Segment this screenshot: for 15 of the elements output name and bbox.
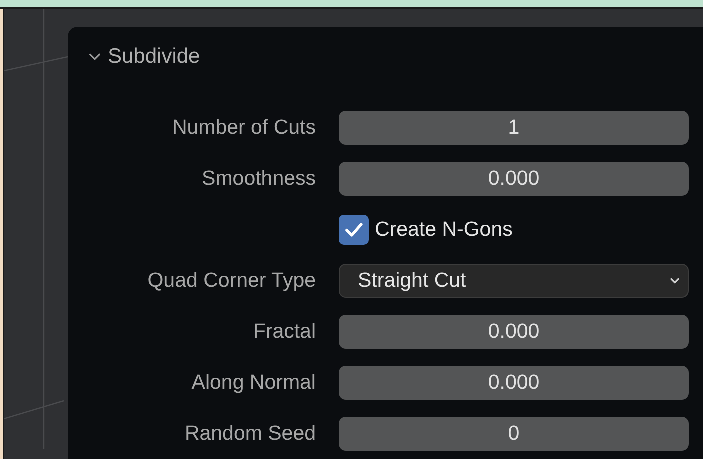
property-label: Along Normal [192, 370, 316, 396]
checkbox[interactable] [339, 215, 369, 245]
property-label: Number of Cuts [172, 115, 316, 141]
number-field[interactable]: 0.000 [339, 162, 689, 196]
checkbox-label[interactable]: Create N-Gons [375, 218, 513, 242]
number-field[interactable]: 0.000 [339, 366, 689, 400]
property-label: Quad Corner Type [148, 268, 316, 294]
property-label: Fractal [253, 319, 316, 345]
number-field[interactable]: 0 [339, 417, 689, 451]
number-field[interactable]: 1 [339, 111, 689, 145]
dropdown[interactable]: Straight Cut [339, 264, 689, 298]
number-field[interactable]: 0.000 [339, 315, 689, 349]
property-label: Random Seed [184, 421, 316, 447]
property-label: Smoothness [202, 166, 316, 192]
panel-header[interactable]: Subdivide [68, 46, 200, 68]
